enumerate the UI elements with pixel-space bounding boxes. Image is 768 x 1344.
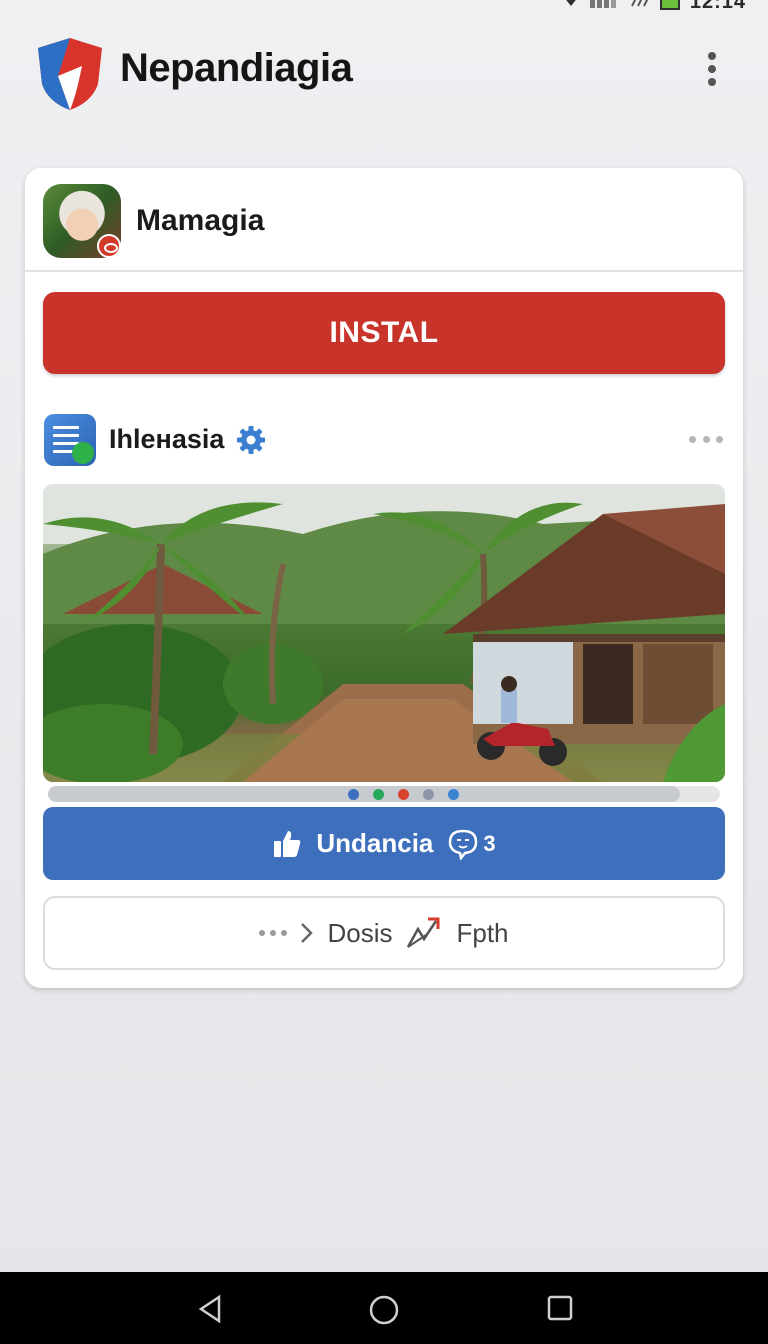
signal-icon (589, 0, 620, 10)
post-source-name[interactable]: Ihlенasia (109, 424, 224, 455)
shield-icon (38, 38, 102, 110)
recents-icon[interactable] (546, 1294, 574, 1322)
like-label: Undancia (316, 828, 434, 858)
app-bar: Nepandiagia (0, 30, 768, 110)
carousel-indicator (48, 786, 720, 802)
battery-icon (659, 0, 680, 10)
carousel-dot[interactable] (348, 789, 359, 800)
thumbs-up-icon (274, 830, 301, 857)
content-card: Mamagia INSTAL Ihlенasia Undancia 3 Dosi… (25, 168, 743, 988)
account-name[interactable]: Mamagia (136, 204, 264, 238)
avatar[interactable] (43, 184, 121, 258)
app-title: Nepandiagia (120, 46, 353, 90)
post-more-icon[interactable] (689, 436, 723, 446)
village-scene-photo[interactable] (43, 484, 725, 782)
gear-badge-icon (237, 426, 265, 454)
status-bar: 12:14 (0, 0, 768, 16)
wifi-icon (562, 0, 580, 10)
post-header: Ihlенasia (43, 412, 725, 468)
comment-icon (449, 829, 478, 860)
system-nav-bar (0, 1272, 768, 1344)
carousel-dot[interactable] (398, 789, 409, 800)
live-badge-icon (97, 234, 121, 258)
document-app-icon[interactable] (44, 414, 96, 466)
carousel-dot[interactable] (423, 789, 434, 800)
more-vertical-icon[interactable] (700, 52, 724, 92)
card-header: Mamagia (25, 168, 743, 272)
status-time: 12:14 (689, 0, 746, 13)
carousel-dot[interactable] (448, 789, 459, 800)
carousel-dot[interactable] (373, 789, 384, 800)
data-icon (630, 0, 650, 10)
ellipsis-icon (259, 930, 288, 936)
send-arrow-icon (407, 917, 440, 948)
like-button[interactable]: Undancia 3 (43, 807, 725, 880)
home-icon[interactable] (368, 1294, 400, 1326)
secondary-action-label[interactable]: Fpth (456, 918, 508, 949)
chevron-right-icon (301, 923, 314, 943)
share-action-row[interactable]: Dosis Fpth (43, 896, 725, 970)
share-label[interactable]: Dosis (327, 918, 392, 949)
install-button[interactable]: INSTAL (43, 292, 725, 374)
comment-count: 3 (483, 830, 496, 856)
back-icon[interactable] (197, 1294, 225, 1324)
